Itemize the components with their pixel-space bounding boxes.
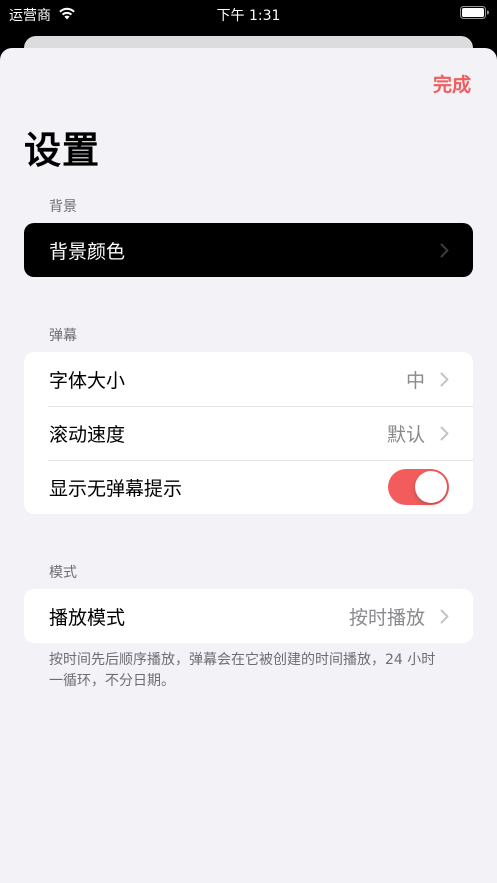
status-bar: 运营商 下午 1:31 (0, 0, 497, 28)
battery-icon (460, 6, 489, 19)
row-value: 中 (405, 369, 425, 392)
font-size-row[interactable]: 字体大小 中 (24, 352, 473, 406)
row-label: 显示无弹幕提示 (49, 477, 183, 500)
row-label: 背景颜色 (49, 240, 126, 263)
toggle-knob (415, 471, 447, 503)
background-group: 背景颜色 (24, 223, 473, 277)
row-label: 播放模式 (49, 606, 126, 629)
page-title: 设置 (24, 129, 100, 172)
chevron-right-icon (440, 243, 449, 258)
chevron-right-icon (440, 372, 449, 387)
clock: 下午 1:31 (216, 8, 281, 24)
row-value: 默认 (386, 423, 425, 446)
row-label: 滚动速度 (49, 423, 126, 446)
row-label: 字体大小 (49, 369, 126, 392)
show-empty-hint-toggle[interactable] (388, 469, 449, 505)
danmaku-group: 字体大小 中 滚动速度 默认 显示无弹幕提示 (24, 352, 473, 514)
scroll-speed-row[interactable]: 滚动速度 默认 (24, 406, 473, 460)
play-mode-footer-note: 按时间先后顺序播放，弹幕会在它被创建的时间播放，24 小时一循环，不分日期。 (49, 652, 436, 689)
show-empty-hint-row: 显示无弹幕提示 (24, 460, 473, 514)
chevron-right-icon (440, 426, 449, 441)
section-header-background: 背景 (49, 199, 77, 215)
mode-group: 播放模式 按时播放 (24, 589, 473, 643)
chevron-right-icon (440, 609, 449, 624)
background-color-row[interactable]: 背景颜色 (24, 223, 473, 277)
section-header-danmaku: 弹幕 (49, 328, 77, 344)
play-mode-row[interactable]: 播放模式 按时播放 (24, 589, 473, 643)
done-button[interactable]: 完成 (433, 70, 471, 97)
section-header-mode: 模式 (49, 565, 77, 581)
row-value: 按时播放 (348, 606, 425, 629)
settings-sheet: 完成 设置 背景 背景颜色 弹幕 字体大小 中 滚动速度 默认 显示无弹幕提示 (0, 48, 497, 883)
